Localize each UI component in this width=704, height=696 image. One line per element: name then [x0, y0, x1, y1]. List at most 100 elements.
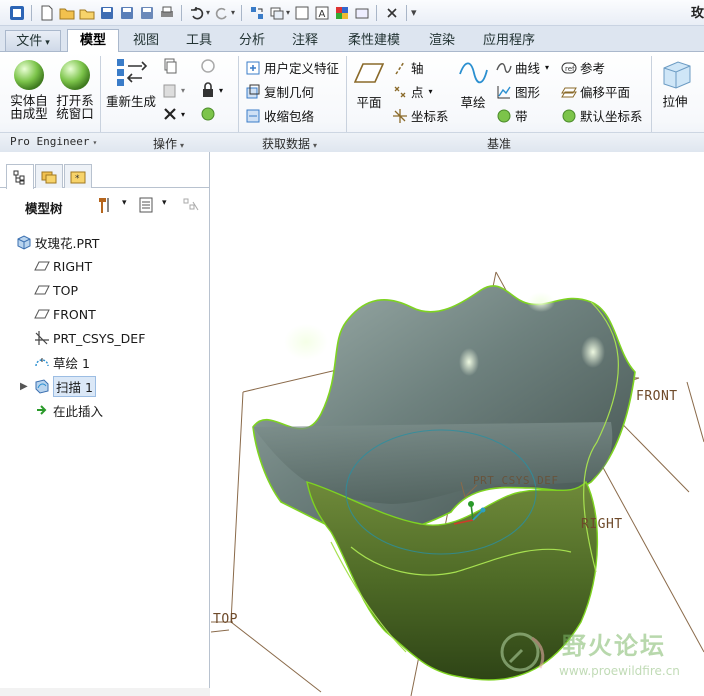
- tab-model[interactable]: 模型: [67, 29, 119, 53]
- csys-button[interactable]: 坐标系: [392, 106, 449, 125]
- regenerate-button[interactable]: 重新生成: [104, 56, 158, 108]
- tab-applications[interactable]: 应用程序: [473, 30, 545, 52]
- tree-item-label: 玫瑰花.PRT: [35, 235, 100, 251]
- csys-label[interactable]: PRT_CSYS_DEF: [473, 474, 558, 487]
- open-folder-icon[interactable]: [58, 4, 75, 21]
- extrude-button[interactable]: 拉伸: [655, 58, 695, 108]
- group-label-datum[interactable]: 基准: [487, 135, 511, 152]
- tree-item-sketch[interactable]: 草绘 1: [34, 352, 90, 372]
- tab-tools[interactable]: 工具: [175, 30, 223, 52]
- graphics-window[interactable]: FRONT RIGHT TOP PRT_CSYS_DEF 野火论坛 www.pr…: [211, 152, 704, 696]
- tree-show-dropdown-icon[interactable]: ▾: [162, 198, 167, 208]
- delete-button[interactable]: ▾: [162, 106, 185, 122]
- point-button[interactable]: 点 ▾: [392, 82, 433, 101]
- delete-dropdown-icon[interactable]: ▾: [181, 110, 185, 119]
- plane-label-right[interactable]: RIGHT: [581, 517, 623, 532]
- window-dropdown-icon[interactable]: ▾: [286, 8, 290, 17]
- lock-button[interactable]: ▾: [200, 82, 223, 98]
- close-icon[interactable]: [383, 4, 400, 21]
- tab-folder-browser[interactable]: [35, 164, 63, 188]
- tab-flexible-modeling[interactable]: 柔性建模: [338, 30, 410, 52]
- offset-plane-button[interactable]: 偏移平面: [561, 82, 630, 101]
- tab-favorites[interactable]: *: [64, 164, 92, 188]
- sketch-button[interactable]: 草绘: [454, 58, 492, 109]
- copy-geometry-button[interactable]: 复制几何: [245, 82, 314, 101]
- reference-button[interactable]: ref 参考: [561, 58, 605, 77]
- tab-analysis[interactable]: 分析: [228, 30, 276, 52]
- graph-label: 图形: [515, 85, 541, 100]
- tab-model-tree[interactable]: [6, 164, 34, 189]
- open-file-icon[interactable]: [78, 4, 95, 21]
- group-label-get-data[interactable]: 获取数据 ▾: [262, 135, 317, 152]
- tree-item-part[interactable]: 玫瑰花.PRT: [16, 232, 99, 252]
- curve-dropdown-icon[interactable]: ▾: [545, 63, 549, 72]
- layers-icon[interactable]: [353, 4, 370, 21]
- tree-item-label: TOP: [53, 282, 79, 298]
- horizontal-scrollbar[interactable]: [0, 688, 210, 696]
- curve-button[interactable]: 曲线 ▾: [496, 58, 549, 77]
- tab-annotate[interactable]: 注释: [281, 30, 329, 52]
- save-backup-icon[interactable]: [138, 4, 155, 21]
- undo-icon[interactable]: [188, 4, 205, 21]
- solid-freeform-button[interactable]: 实体自 由成型: [8, 58, 50, 120]
- tree-show-icon[interactable]: [138, 197, 154, 216]
- datum-plane-button[interactable]: 平面: [352, 58, 386, 109]
- graph-button[interactable]: 图形: [496, 82, 540, 101]
- tree-item-csys[interactable]: PRT_CSYS_DEF: [34, 328, 145, 348]
- green-status-button[interactable]: [200, 106, 219, 122]
- print-icon[interactable]: [158, 4, 175, 21]
- app-menu-icon[interactable]: [8, 4, 25, 21]
- tree-item-front[interactable]: FRONT: [34, 304, 96, 324]
- tab-render[interactable]: 渲染: [418, 30, 466, 52]
- shrinkwrap-button[interactable]: 收缩包络: [245, 106, 314, 125]
- new-file-icon[interactable]: [38, 4, 55, 21]
- axis-icon: [392, 60, 408, 76]
- save-icon[interactable]: [98, 4, 115, 21]
- tree-item-sweep[interactable]: ▶ 扫描 1: [20, 375, 96, 397]
- plane-label-front[interactable]: FRONT: [636, 389, 678, 404]
- extrude-icon: [663, 61, 691, 89]
- axis-button[interactable]: 轴: [392, 58, 424, 77]
- customize-toolbar-icon[interactable]: ▾: [411, 6, 417, 19]
- tree-settings-icon[interactable]: [96, 196, 114, 217]
- close-window-icon[interactable]: [293, 4, 310, 21]
- copy-button[interactable]: [162, 58, 181, 74]
- paste-dropdown-icon[interactable]: ▾: [181, 86, 185, 95]
- tab-view[interactable]: 视图: [122, 30, 170, 52]
- open-system-window-label-2: 统窗口: [56, 106, 94, 121]
- svg-text:ref: ref: [565, 65, 575, 73]
- user-defined-feature-button[interactable]: 用户定义特征: [245, 58, 339, 77]
- group-label-pro-engineer[interactable]: Pro Engineer ▾: [10, 135, 97, 148]
- default-csys-button[interactable]: 默认坐标系: [561, 106, 643, 125]
- lock-icon: [200, 82, 216, 98]
- plane-label-top[interactable]: TOP: [213, 612, 238, 627]
- group-label-operations[interactable]: 操作 ▾: [153, 135, 184, 152]
- expand-arrow-icon[interactable]: ▶: [20, 381, 28, 392]
- save-copy-icon[interactable]: [118, 4, 135, 21]
- tab-file[interactable]: 文件 ▾: [5, 30, 61, 52]
- lock-dropdown-icon[interactable]: ▾: [219, 86, 223, 95]
- sweep-icon: [34, 378, 50, 394]
- paste-button[interactable]: ▾: [162, 82, 185, 98]
- appearance-icon[interactable]: [333, 4, 350, 21]
- tree-settings-dropdown-icon[interactable]: ▾: [122, 198, 127, 208]
- datum-plane-icon: [34, 306, 50, 322]
- tree-item-insert-here[interactable]: 在此插入: [34, 400, 103, 420]
- tree-item-right[interactable]: RIGHT: [34, 256, 92, 276]
- point-label: 点: [411, 85, 424, 100]
- open-system-window-button[interactable]: 打开系 统窗口: [54, 58, 96, 120]
- tree-item-top[interactable]: TOP: [34, 280, 78, 300]
- annotation-icon[interactable]: A: [313, 4, 330, 21]
- regen-manager-button[interactable]: [200, 58, 219, 74]
- undo-dropdown-icon[interactable]: ▾: [206, 8, 210, 17]
- shrinkwrap-icon: [245, 108, 261, 124]
- redo-icon[interactable]: [213, 4, 230, 21]
- tree-filter-icon[interactable]: [182, 197, 200, 216]
- redo-dropdown-icon[interactable]: ▾: [231, 8, 235, 17]
- regenerate-quick-icon[interactable]: [248, 4, 265, 21]
- window-switch-icon[interactable]: [268, 4, 285, 21]
- more-shapes-icon[interactable]: [699, 58, 704, 74]
- tree-item-label: RIGHT: [53, 258, 93, 274]
- ribbon-datum-button[interactable]: 带: [496, 106, 528, 125]
- point-dropdown-icon[interactable]: ▾: [429, 87, 433, 96]
